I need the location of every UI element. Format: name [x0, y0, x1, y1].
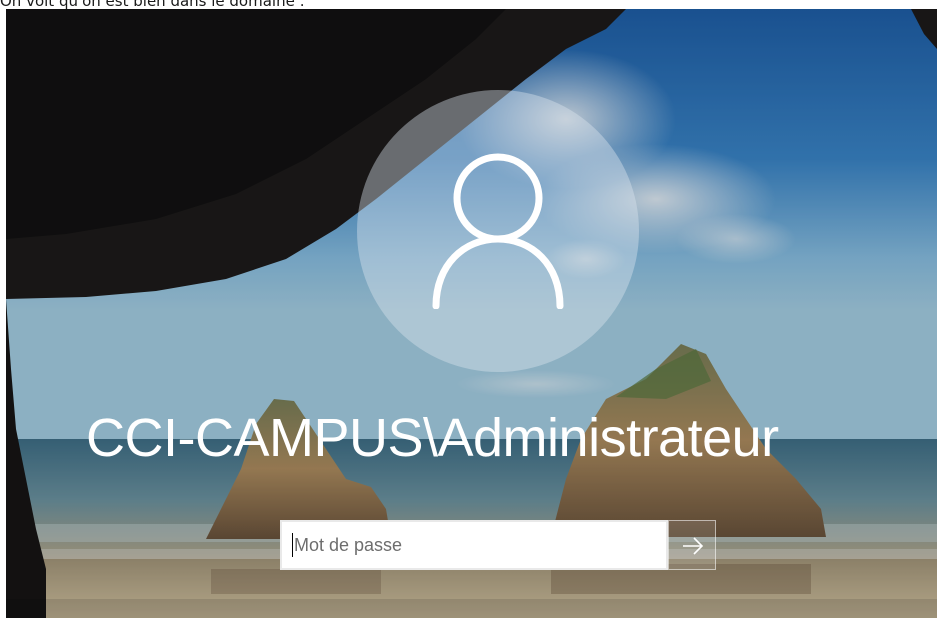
caption-text: On voit qu'on est bien dans le domaine : [0, 0, 305, 10]
arrow-right-icon [683, 537, 704, 555]
user-name-label: CCI-CAMPUS\Administrateur [86, 408, 779, 468]
page: On voit qu'on est bien dans le domaine : [0, 0, 939, 618]
password-row [280, 520, 716, 570]
user-silhouette-icon [432, 153, 564, 309]
password-input[interactable] [280, 520, 668, 570]
text-caret [292, 533, 293, 557]
user-avatar [357, 90, 639, 372]
submit-button[interactable] [668, 520, 716, 570]
lock-screen: CCI-CAMPUS\Administrateur [6, 9, 937, 618]
